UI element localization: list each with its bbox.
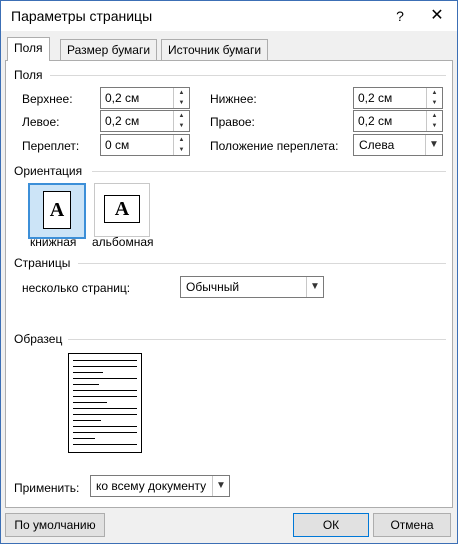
- top-margin-value[interactable]: 0,2 см: [105, 91, 139, 105]
- bottom-margin-value[interactable]: 0,2 см: [358, 91, 392, 105]
- multiple-pages-value: Обычный: [186, 280, 240, 294]
- spin-down-icon[interactable]: ▼: [174, 145, 189, 155]
- spin-up-icon[interactable]: ▲: [427, 111, 442, 121]
- preview-line: [73, 420, 101, 421]
- landscape-label[interactable]: альбомная: [92, 235, 154, 249]
- tab-panel-margins: Поля Верхнее: 0,2 см ▲ ▼ Нижнее: 0,2 см …: [5, 60, 453, 508]
- top-margin-label: Верхнее:: [22, 92, 73, 106]
- dialog-title: Параметры страницы: [11, 8, 153, 24]
- spin-up-icon[interactable]: ▲: [427, 88, 442, 98]
- left-margin-value[interactable]: 0,2 см: [105, 114, 139, 128]
- orientation-section-label: Ориентация: [14, 164, 83, 178]
- gutter-value[interactable]: 0 см: [105, 138, 129, 152]
- spin-down-icon[interactable]: ▼: [174, 121, 189, 131]
- pages-section-label: Страницы: [14, 256, 71, 270]
- top-margin-spinner[interactable]: 0,2 см ▲ ▼: [100, 87, 190, 109]
- preview-line: [73, 414, 137, 415]
- left-margin-label: Левое:: [22, 115, 60, 129]
- spin-down-icon[interactable]: ▼: [427, 98, 442, 108]
- margins-section-label: Поля: [14, 68, 43, 82]
- preview-line: [73, 390, 137, 391]
- portrait-orientation-button[interactable]: A: [28, 183, 86, 239]
- ok-button[interactable]: ОК: [293, 513, 369, 537]
- preview-line: [73, 366, 137, 367]
- tab-margins[interactable]: Поля: [7, 37, 50, 61]
- multiple-pages-select[interactable]: Обычный ▼: [180, 276, 324, 298]
- landscape-page-icon: A: [104, 195, 140, 223]
- landscape-orientation-button[interactable]: A: [94, 183, 150, 237]
- right-margin-value[interactable]: 0,2 см: [358, 114, 392, 128]
- divider: [50, 75, 446, 76]
- preview-line: [73, 372, 103, 373]
- chevron-down-icon[interactable]: ▼: [212, 476, 229, 496]
- bottom-margin-spinner[interactable]: 0,2 см ▲ ▼: [353, 87, 443, 109]
- gutter-position-select[interactable]: Слева ▼: [353, 134, 443, 156]
- bottom-margin-label: Нижнее:: [210, 92, 257, 106]
- apply-to-select[interactable]: ко всему документу ▼: [90, 475, 230, 497]
- portrait-label[interactable]: книжная: [30, 235, 76, 249]
- preview-line: [73, 408, 137, 409]
- gutter-spinner[interactable]: 0 см ▲ ▼: [100, 134, 190, 156]
- preview-line: [73, 438, 95, 439]
- preview-line: [73, 396, 137, 397]
- help-icon[interactable]: ?: [389, 5, 411, 27]
- apply-to-value: ко всему документу: [96, 479, 207, 493]
- spin-up-icon[interactable]: ▲: [174, 111, 189, 121]
- apply-to-label: Применить:: [14, 481, 80, 495]
- divider: [78, 263, 446, 264]
- tab-paper-source[interactable]: Источник бумаги: [161, 39, 269, 60]
- divider: [92, 171, 446, 172]
- tab-paper-size[interactable]: Размер бумаги: [60, 39, 158, 60]
- multiple-pages-label: несколько страниц:: [22, 281, 131, 295]
- chevron-down-icon[interactable]: ▼: [306, 277, 323, 297]
- spin-down-icon[interactable]: ▼: [174, 98, 189, 108]
- preview-line: [73, 402, 107, 403]
- chevron-down-icon[interactable]: ▼: [425, 135, 442, 155]
- preview-line: [73, 444, 137, 445]
- gutter-label: Переплет:: [22, 139, 80, 153]
- gutter-position-label: Положение переплета:: [210, 139, 339, 153]
- right-margin-label: Правое:: [210, 115, 255, 129]
- right-margin-spinner[interactable]: 0,2 см ▲ ▼: [353, 110, 443, 132]
- preview-line: [73, 378, 137, 379]
- title-bar: Параметры страницы ? ✕: [1, 1, 457, 31]
- gutter-position-value: Слева: [359, 138, 395, 152]
- page-setup-dialog: Параметры страницы ? ✕ Поля Размер бумаг…: [0, 0, 458, 544]
- portrait-page-icon: A: [43, 191, 71, 229]
- preview-page: [68, 353, 142, 453]
- left-margin-spinner[interactable]: 0,2 см ▲ ▼: [100, 110, 190, 132]
- close-icon[interactable]: ✕: [423, 5, 451, 27]
- cancel-button[interactable]: Отмена: [373, 513, 451, 537]
- preview-line: [73, 384, 99, 385]
- preview-line: [73, 426, 137, 427]
- spin-up-icon[interactable]: ▲: [174, 88, 189, 98]
- divider: [68, 339, 446, 340]
- preview-section-label: Образец: [14, 332, 63, 346]
- preview-line: [73, 432, 137, 433]
- spin-down-icon[interactable]: ▼: [427, 121, 442, 131]
- spin-up-icon[interactable]: ▲: [174, 135, 189, 145]
- preview-line: [73, 360, 137, 361]
- set-default-button[interactable]: По умолчанию: [5, 513, 105, 537]
